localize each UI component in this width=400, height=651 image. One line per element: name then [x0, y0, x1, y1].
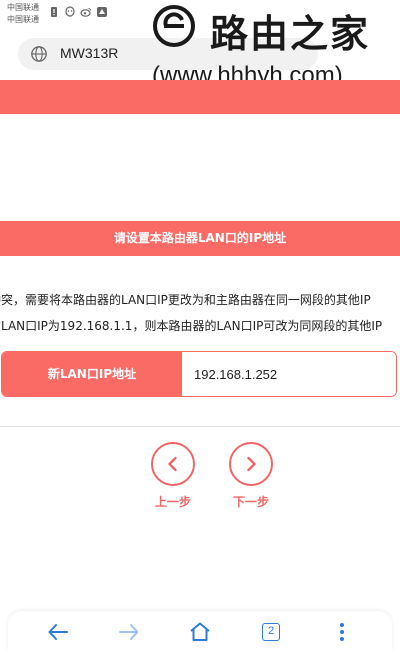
chevron-right-icon	[247, 456, 256, 472]
carrier-label-1: 中国联通	[7, 3, 39, 12]
lan-ip-dialog: 请设置本路由器LAN口的IP地址 冲突，需要将本路由器的LAN口IP更改为和主路…	[0, 221, 400, 427]
forward-arrow-icon	[119, 624, 139, 640]
tab-count-badge: 2	[262, 623, 280, 641]
prev-step-button[interactable]: 上一步	[143, 442, 203, 510]
globe-icon	[31, 46, 47, 62]
lan-ip-field-label: 新LAN口IP地址	[2, 352, 182, 396]
forward-button[interactable]	[116, 619, 142, 645]
browser-bottom-bar: 2	[8, 611, 392, 651]
page-header-bar	[0, 80, 400, 114]
prev-step-label[interactable]: 上一步	[143, 493, 203, 510]
alert-icon	[51, 7, 57, 17]
lan-ip-field-row: 新LAN口IP地址	[1, 351, 397, 397]
next-step-circle[interactable]	[229, 442, 273, 486]
dialog-description-line-1: 冲突，需要将本路由器的LAN口IP更改为和主路由器在同一网段的其他IP	[0, 293, 371, 307]
home-icon	[190, 622, 210, 641]
tabs-button[interactable]: 2	[258, 619, 284, 645]
back-button[interactable]	[45, 619, 71, 645]
url-text[interactable]: MW313R	[60, 45, 118, 61]
next-step-button[interactable]: 下一步	[221, 442, 281, 510]
more-vertical-icon	[340, 623, 344, 641]
dialog-description-line-2: 的LAN口IP为192.168.1.1，则本路由器的LAN口IP可改为同网段的其…	[0, 319, 383, 333]
home-button[interactable]	[187, 619, 213, 645]
next-step-label[interactable]: 下一步	[221, 493, 281, 510]
weibo-icon	[80, 8, 91, 17]
chevron-left-icon	[168, 456, 177, 472]
prev-step-circle[interactable]	[151, 442, 195, 486]
dialog-title: 请设置本路由器LAN口的IP地址	[0, 221, 400, 256]
app-icon	[97, 7, 107, 17]
lan-ip-input[interactable]	[182, 352, 396, 396]
menu-button[interactable]	[329, 619, 355, 645]
back-arrow-icon	[48, 624, 68, 640]
watermark-brand: 路由之家	[210, 12, 371, 56]
notification-icons	[48, 6, 108, 18]
watermark-logo-icon	[153, 5, 195, 47]
chat-icon	[65, 6, 75, 17]
carrier-label-2: 中国联通	[7, 15, 39, 24]
